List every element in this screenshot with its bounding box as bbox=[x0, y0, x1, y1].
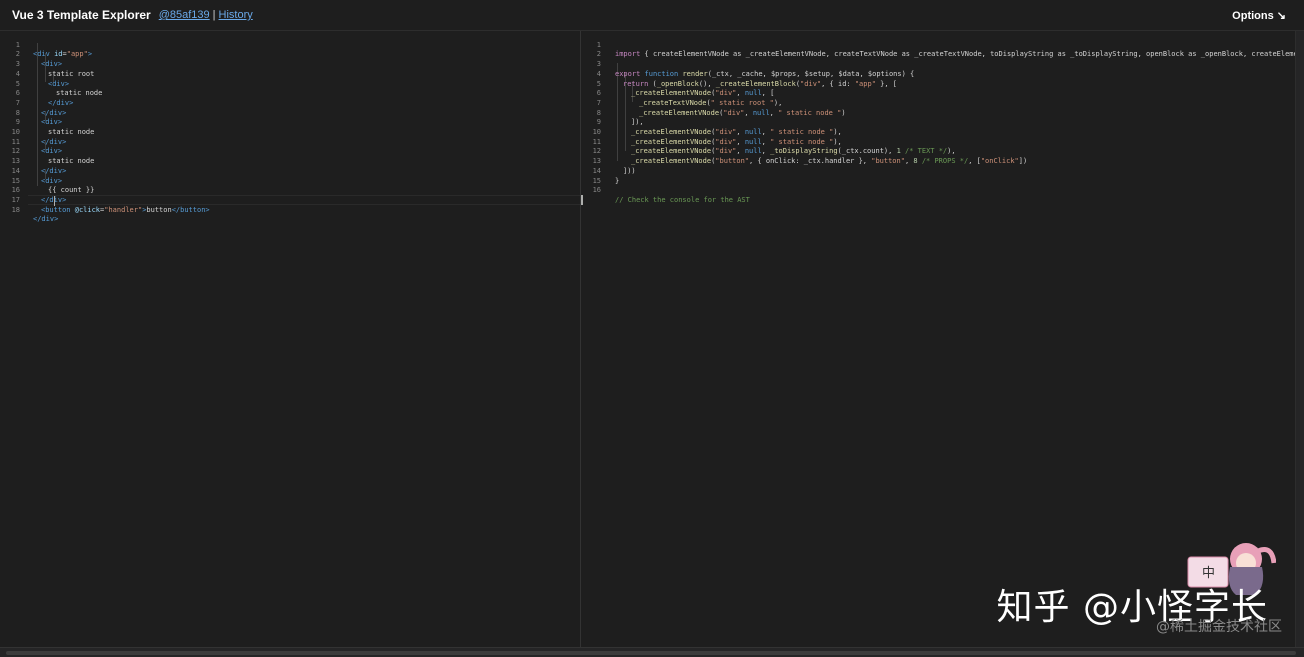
template-line: 11 <div> bbox=[11, 137, 63, 156]
template-line: 2 <div> bbox=[15, 50, 63, 69]
text-caret bbox=[581, 195, 583, 205]
scrollbar-thumb[interactable] bbox=[6, 651, 1296, 655]
template-line: 12 static node bbox=[11, 147, 95, 166]
template-line: 4 <div> bbox=[15, 69, 70, 88]
template-line: 17 <button @click="handler">button</butt… bbox=[11, 195, 210, 214]
template-line: 14 <div> bbox=[11, 166, 63, 185]
output-line: 15 bbox=[592, 176, 601, 185]
app-header: Vue 3 Template Explorer @85af139 | Histo… bbox=[0, 0, 1304, 31]
template-line: 8 <div> bbox=[15, 108, 63, 127]
output-line: 12 _createElementVNode("button", { onCli… bbox=[592, 147, 1028, 166]
template-line: 7 </div> bbox=[15, 98, 67, 117]
header-separator: | bbox=[212, 9, 216, 21]
options-toggle[interactable]: Options ↘ bbox=[1232, 9, 1286, 22]
output-line: 5 _createElementVNode("div", null, [ bbox=[596, 79, 775, 98]
output-line: 11 _createElementVNode("div", null, _toD… bbox=[592, 137, 956, 156]
horizontal-scrollbar[interactable] bbox=[0, 647, 1304, 657]
output-line: 13 ])) bbox=[592, 157, 636, 175]
output-line: 3 export function render(_ctx, _cache, $… bbox=[596, 60, 915, 78]
template-line: 18 </div> bbox=[11, 205, 59, 224]
template-line: 3 static root bbox=[15, 60, 95, 78]
output-line: 7 _createElementVNode("div", null, " sta… bbox=[596, 98, 846, 117]
output-line: 10 _createElementVNode("div", null, " st… bbox=[592, 128, 842, 146]
template-line: 1 <div id="app"> bbox=[15, 40, 93, 59]
output-line: 14 } bbox=[592, 166, 620, 185]
commit-link[interactable]: @85af139 bbox=[159, 9, 210, 21]
history-link[interactable]: History bbox=[219, 9, 253, 21]
output-line: 6 _createTextVNode(" static root "), bbox=[596, 89, 783, 107]
template-line: 10 </div> bbox=[11, 128, 67, 146]
template-line: 16 </div> bbox=[11, 186, 67, 204]
output-line: 1 import { createElementVNode as _create… bbox=[596, 40, 1295, 59]
template-line: 15 {{ count }} bbox=[11, 176, 95, 195]
vertical-scrollbar[interactable] bbox=[1295, 31, 1304, 647]
output-line: 9 _createElementVNode("div", null, " sta… bbox=[596, 118, 842, 136]
template-editor[interactable]: 1 <div id="app"> 2 <div> 3 static root 4… bbox=[0, 31, 580, 647]
app-title: Vue 3 Template Explorer bbox=[12, 8, 151, 22]
juejin-watermark: @稀土掘金技术社区 bbox=[1156, 619, 1282, 635]
template-line: 13 </div> bbox=[11, 157, 67, 175]
output-line: 4 return (_openBlock(), _createElementBl… bbox=[596, 69, 897, 88]
output-line: 16 // Check the console for the AST bbox=[592, 186, 750, 204]
output-line: 8 ]), bbox=[596, 108, 644, 127]
template-line: 9 static node bbox=[15, 118, 95, 136]
template-line: 6 </div> bbox=[15, 89, 74, 107]
text-caret bbox=[54, 196, 55, 206]
output-line: 2 bbox=[596, 50, 601, 59]
template-line: 5 static node bbox=[15, 79, 103, 98]
